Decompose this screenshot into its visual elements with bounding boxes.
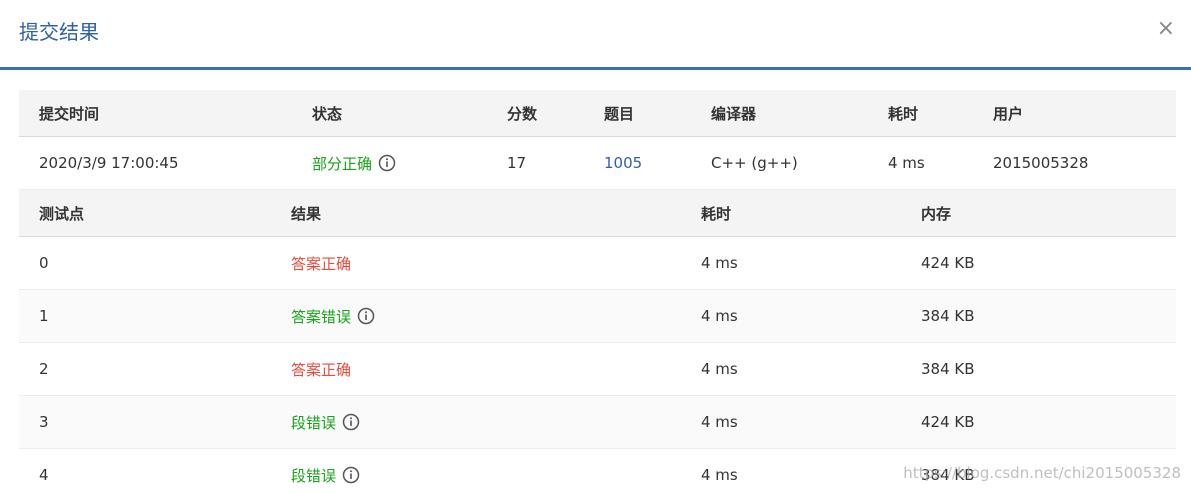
table-row: 3 段错误 4 ms 424 KB — [19, 396, 1176, 449]
info-icon[interactable] — [357, 307, 375, 325]
user: 2015005328 — [993, 154, 1089, 172]
testcase-memory: 424 KB — [921, 254, 975, 272]
status-cell[interactable]: 部分正确 — [312, 137, 396, 189]
header-time: 耗时 — [701, 204, 732, 223]
header-user: 用户 — [993, 104, 1024, 123]
status-text: 部分正确 — [312, 154, 373, 173]
header-compiler: 编译器 — [711, 104, 757, 123]
header-status: 状态 — [312, 104, 343, 123]
submission-row: 2020/3/9 17:00:45 部分正确 17 1005 C++ (g++)… — [19, 137, 1176, 190]
header-problem: 题目 — [604, 104, 635, 123]
problem-link[interactable]: 1005 — [604, 137, 642, 189]
header-result: 结果 — [291, 204, 322, 223]
submission-table: 提交时间 状态 分数 题目 编译器 耗时 用户 2020/3/9 17:00:4… — [19, 90, 1176, 190]
submission-header-row: 提交时间 状态 分数 题目 编译器 耗时 用户 — [19, 90, 1176, 137]
header-testcase: 测试点 — [39, 204, 85, 223]
duration: 4 ms — [888, 154, 925, 172]
testcase-result-cell[interactable]: 答案错误 — [291, 290, 375, 342]
testcase-id: 0 — [39, 254, 49, 272]
testcase-result: 答案正确 — [291, 360, 352, 379]
info-icon[interactable] — [378, 154, 396, 172]
testcase-id: 2 — [39, 360, 49, 378]
table-row: 1 答案错误 4 ms 384 KB — [19, 290, 1176, 343]
info-icon[interactable] — [342, 413, 360, 431]
testcase-result-cell[interactable]: 段错误 — [291, 396, 360, 448]
testcase-id: 4 — [39, 466, 49, 484]
testcase-result-cell[interactable]: 段错误 — [291, 449, 360, 493]
testcase-id: 3 — [39, 413, 49, 431]
testcase-header-row: 测试点 结果 耗时 内存 — [19, 190, 1176, 237]
testcase-result: 段错误 — [291, 466, 337, 485]
testcase-time: 4 ms — [701, 360, 738, 378]
header-submit-time: 提交时间 — [39, 104, 100, 123]
header-score: 分数 — [507, 104, 538, 123]
submit-time: 2020/3/9 17:00:45 — [39, 154, 179, 172]
testcase-memory: 384 KB — [921, 466, 975, 484]
header-duration: 耗时 — [888, 104, 919, 123]
table-row: 0 答案正确 4 ms 424 KB — [19, 237, 1176, 290]
testcase-memory: 384 KB — [921, 360, 975, 378]
table-row: 4 段错误 4 ms 384 KB — [19, 449, 1176, 493]
testcase-id: 1 — [39, 307, 49, 325]
testcase-result: 答案正确 — [291, 254, 352, 273]
header-memory: 内存 — [921, 204, 952, 223]
testcase-memory: 424 KB — [921, 413, 975, 431]
score: 17 — [507, 154, 527, 172]
close-icon[interactable]: × — [1157, 15, 1175, 43]
testcase-time: 4 ms — [701, 413, 738, 431]
testcase-time: 4 ms — [701, 254, 738, 272]
compiler: C++ (g++) — [711, 154, 798, 172]
testcase-memory: 384 KB — [921, 307, 975, 325]
info-icon[interactable] — [342, 466, 360, 484]
testcase-result: 段错误 — [291, 413, 337, 432]
table-row: 2 答案正确 4 ms 384 KB — [19, 343, 1176, 396]
testcase-time: 4 ms — [701, 466, 738, 484]
testcase-time: 4 ms — [701, 307, 738, 325]
dialog-title: 提交结果 — [19, 20, 99, 44]
testcase-table: 测试点 结果 耗时 内存 0 答案正确 4 ms 424 KB 1 答案错误 4… — [19, 190, 1176, 493]
testcase-result: 答案错误 — [291, 307, 352, 326]
dialog-header: 提交结果 × — [0, 0, 1191, 70]
